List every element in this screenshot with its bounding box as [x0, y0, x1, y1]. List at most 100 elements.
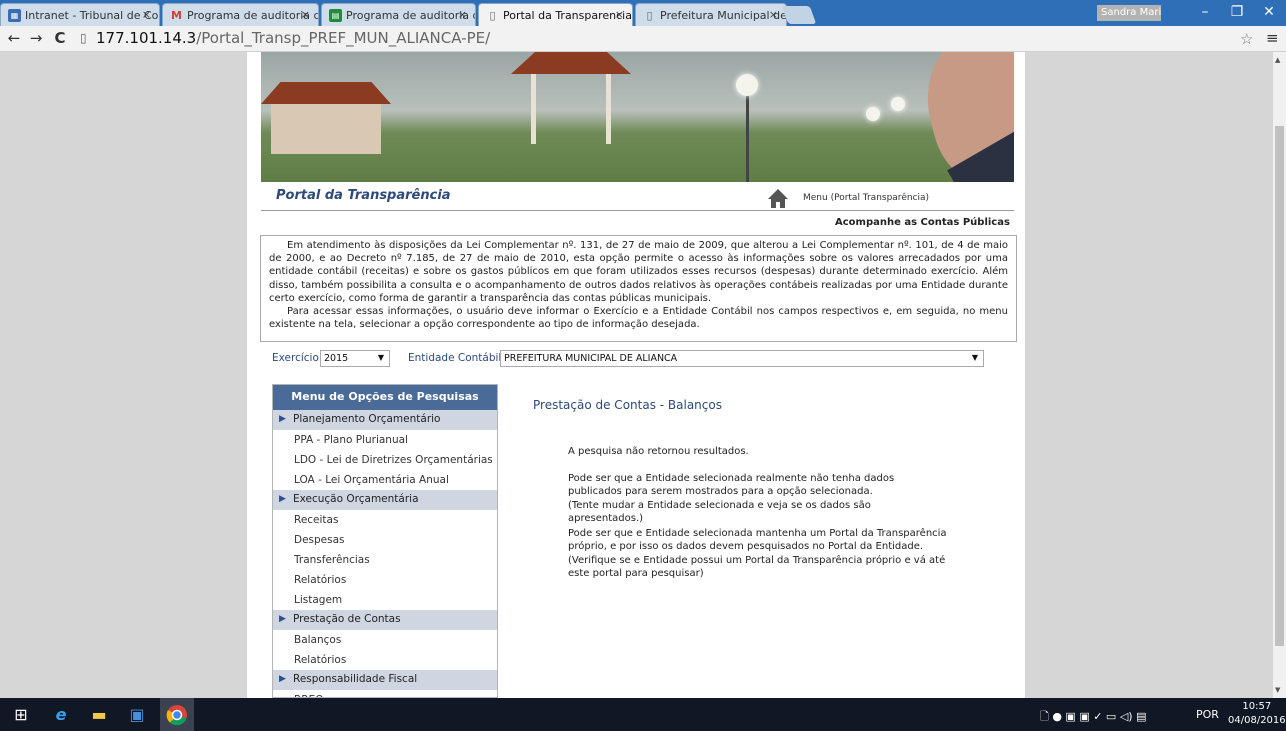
close-icon[interactable]: × — [615, 8, 624, 21]
vertical-scrollbar[interactable]: ▲ ▼ — [1273, 52, 1286, 698]
edge-browser-icon[interactable]: e — [50, 704, 72, 726]
portal-title: Portal da Transparência — [276, 188, 451, 203]
triangle-right-icon: ▶ — [279, 614, 286, 624]
page-subtitle: Acompanhe as Contas Públicas — [835, 217, 1010, 228]
header-divider — [261, 210, 1014, 211]
triangle-right-icon: ▶ — [279, 674, 286, 684]
menu-section-label: Planejamento Orçamentário — [293, 413, 441, 425]
close-icon[interactable]: × — [458, 8, 467, 21]
menu-item-loa[interactable]: LOA - Lei Orçamentária Anual — [273, 470, 497, 490]
close-icon[interactable]: × — [142, 8, 151, 21]
kiosk-wall-left — [271, 104, 381, 154]
lamp-post — [746, 87, 749, 182]
chrome-taskbar-icon[interactable] — [160, 698, 194, 731]
tab-sheets[interactable]: ▤ Programa de auditoria de × — [321, 3, 476, 26]
home-menu-link[interactable]: Menu (Portal Transparência) — [803, 193, 929, 203]
triangle-right-icon: ▶ — [279, 494, 286, 504]
chevron-down-icon: ▼ — [971, 353, 978, 362]
scroll-up-icon[interactable]: ▲ — [1275, 56, 1280, 64]
close-icon[interactable]: × — [769, 8, 778, 21]
menu-section-execucao[interactable]: ▶ Execução Orçamentária — [273, 490, 497, 510]
entidade-select[interactable]: PREFEITURA MUNICIPAL DE ALIANCA ▼ — [500, 350, 984, 367]
back-button[interactable]: ← — [4, 29, 24, 47]
tab-portal-transparencia[interactable]: ▯ Portal da Transparencia × — [478, 3, 633, 26]
clock-date: 04/08/2016 — [1228, 715, 1286, 726]
kiosk-post — [606, 74, 611, 144]
kiosk-post — [531, 74, 536, 144]
kiosk-roof-left — [261, 82, 391, 104]
gmail-icon: M — [171, 9, 182, 22]
page-container: Portal da Transparência Menu (Portal Tra… — [247, 52, 1025, 698]
menu-section-label: Execução Orçamentária — [293, 493, 419, 505]
menu-item-transferencias[interactable]: Transferências — [273, 550, 497, 570]
explanation-paragraph: Pode ser que e Entidade selecionada mant… — [568, 527, 948, 581]
menu-item-ppa[interactable]: PPA - Plano Plurianual — [273, 430, 497, 450]
page-viewport: Portal da Transparência Menu (Portal Tra… — [0, 52, 1273, 698]
tab-label: Portal da Transparencia — [503, 9, 632, 22]
maximize-button[interactable]: ❐ — [1222, 4, 1252, 20]
explanation-text: Pode ser que e Entidade selecionada mant… — [568, 528, 947, 553]
explanation-text: Pode ser que a Entidade selecionada real… — [568, 473, 895, 498]
minimize-button[interactable]: – — [1190, 4, 1220, 20]
menu-item-relatorios-prestacao[interactable]: Relatórios — [273, 650, 497, 670]
forward-button[interactable]: → — [26, 29, 46, 47]
menu-item-receitas[interactable]: Receitas — [273, 510, 497, 530]
windows-start-icon[interactable]: ⊞ — [10, 704, 32, 726]
store-icon[interactable]: ▣ — [126, 704, 148, 726]
menu-item-despesas[interactable]: Despesas — [273, 530, 497, 550]
explanation-hint: (Verifique se e Entidade possui um Porta… — [568, 554, 946, 580]
tray-icons[interactable]: 🗋 ● ▣ ▣ ✓ ▭ ◁) ▤ — [1040, 708, 1146, 727]
chrome-menu-icon[interactable]: ≡ — [1266, 29, 1279, 47]
menu-section-prestacao[interactable]: ▶ Prestação de Contas — [273, 610, 497, 630]
menu-item-ldo[interactable]: LDO - Lei de Diretrizes Orçamentárias — [273, 450, 497, 470]
exercicio-value: 2015 — [324, 353, 349, 364]
file-explorer-icon[interactable]: ▬ — [88, 704, 110, 726]
scrollbar-thumb[interactable] — [1275, 126, 1284, 646]
menu-item-rreo[interactable]: RREO — [273, 690, 497, 697]
menu-item-listagem[interactable]: Listagem — [273, 590, 497, 610]
sheets-icon: ▤ — [329, 9, 342, 22]
entidade-value: PREFEITURA MUNICIPAL DE ALIANCA — [504, 353, 678, 364]
lamp-globe — [866, 107, 880, 121]
language-indicator[interactable]: POR — [1196, 708, 1219, 721]
intro-paragraph: Para acessar essas informações, o usuári… — [269, 306, 1008, 331]
menu-section-responsabilidade[interactable]: ▶ Responsabilidade Fiscal — [273, 670, 497, 690]
exercicio-select[interactable]: 2015 ▼ — [320, 350, 390, 367]
tab-label: Programa de auditoria de — [346, 9, 476, 22]
header-banner-image — [261, 52, 1014, 182]
entidade-label: Entidade Contábil — [408, 352, 502, 364]
tab-label: Intranet - Tribunal de Con — [25, 9, 160, 22]
menu-section-planejamento[interactable]: ▶ Planejamento Orçamentário — [273, 410, 497, 430]
tab-intranet[interactable]: ▦ Intranet - Tribunal de Con × — [0, 3, 160, 26]
bookmark-star-icon[interactable]: ☆ — [1240, 30, 1253, 48]
tab-label: Programa de auditoria de — [187, 9, 319, 22]
tab-prefeitura[interactable]: ▯ Prefeitura Municipal de Al × — [635, 3, 787, 26]
scroll-down-icon[interactable]: ▼ — [1275, 686, 1280, 694]
windows-taskbar: ⊞ e ▬ ▣ 🗋 ● ▣ ▣ ✓ ▭ ◁) ▤ POR 10:57 04/08… — [0, 698, 1286, 731]
close-window-button[interactable]: ✕ — [1254, 4, 1284, 20]
page-icon: ▯ — [646, 9, 653, 22]
browser-toolbar: ← → C ▯ 177.101.14.3/Portal_Transp_PREF_… — [0, 26, 1286, 52]
kiosk-roof-center — [511, 52, 631, 74]
tab-gmail[interactable]: M Programa de auditoria de × — [162, 3, 319, 26]
explanation-hint: (Tente mudar a Entidade selecionada e ve… — [568, 499, 871, 525]
clock-time: 10:57 — [1242, 701, 1272, 712]
taskbar-clock[interactable]: 10:57 04/08/2016 — [1228, 700, 1286, 728]
address-bar[interactable]: ▯ 177.101.14.3/Portal_Transp_PREF_MUN_AL… — [76, 28, 1236, 49]
menu-item-relatorios[interactable]: Relatórios — [273, 570, 497, 590]
user-profile-badge[interactable]: Sandra Maria B... — [1097, 5, 1161, 21]
intro-box: Em atendimento às disposições da Lei Com… — [260, 235, 1017, 342]
menu-item-balancos[interactable]: Balanços — [273, 630, 497, 650]
menu-section-label: Prestação de Contas — [293, 613, 401, 625]
page-icon: ▯ — [489, 9, 496, 22]
no-results-message: A pesquisa não retornou resultados. — [568, 446, 749, 457]
triangle-right-icon: ▶ — [279, 414, 286, 424]
reload-button[interactable]: C — [50, 29, 70, 47]
url-path: /Portal_Transp_PREF_MUN_ALIANCA-PE/ — [196, 29, 491, 47]
close-icon[interactable]: × — [301, 8, 310, 21]
exercicio-label: Exercício — [272, 352, 319, 364]
new-tab-button[interactable] — [781, 6, 817, 24]
browser-tab-strip: ▦ Intranet - Tribunal de Con × M Program… — [0, 0, 1286, 26]
content-title: Prestação de Contas - Balanços — [533, 398, 722, 412]
home-icon[interactable] — [767, 187, 789, 209]
